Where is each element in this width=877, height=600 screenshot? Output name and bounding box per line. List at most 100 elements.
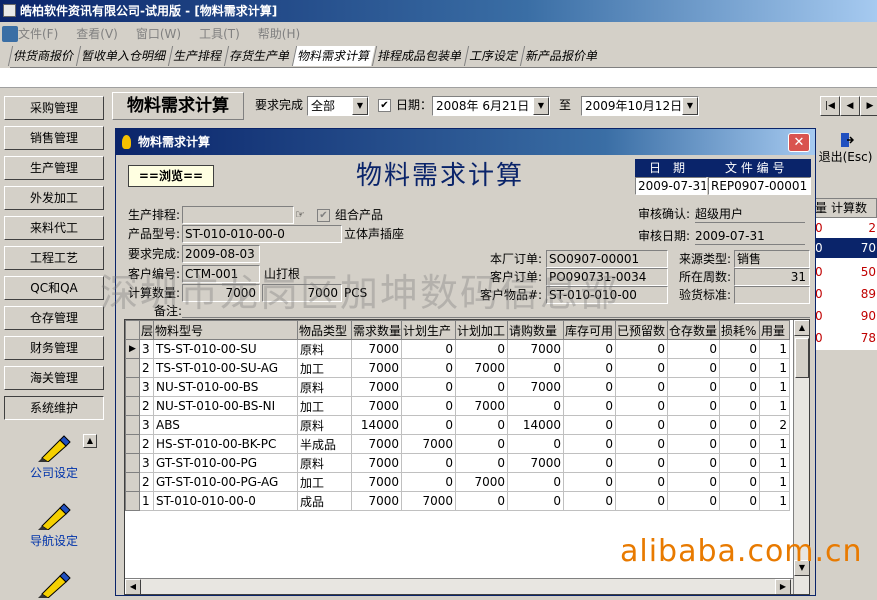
grid-cell[interactable]: 0 bbox=[615, 396, 669, 416]
grid-col-header[interactable]: 物品类型 bbox=[297, 320, 353, 340]
nav-more[interactable] bbox=[4, 568, 104, 600]
grid-cell[interactable]: 0 bbox=[563, 377, 617, 397]
grid-cell[interactable]: 原料 bbox=[297, 377, 353, 397]
grid-cell[interactable]: 0 bbox=[401, 472, 457, 492]
grid-cell[interactable]: 7000 bbox=[351, 339, 403, 359]
grid-cell[interactable]: 0 bbox=[719, 453, 761, 473]
menu-file[interactable]: 文件(F) bbox=[18, 24, 58, 44]
grid-cell[interactable]: 0 bbox=[507, 472, 565, 492]
req-done-field[interactable]: 2009-08-03 bbox=[182, 245, 260, 263]
grid-cell[interactable]: 原料 bbox=[297, 415, 353, 435]
nav-production[interactable]: 生产管理 bbox=[4, 156, 104, 180]
close-icon[interactable]: ✕ bbox=[788, 133, 810, 152]
chevron-down-icon[interactable]: ▼ bbox=[682, 97, 698, 115]
grid-horizontal-scrollbar[interactable]: ◀ ▶ bbox=[125, 578, 793, 594]
tab-material-requirement[interactable]: 物料需求计算 bbox=[291, 46, 376, 66]
grid-cell[interactable]: 7000 bbox=[401, 434, 457, 454]
nav-warehouse[interactable]: 仓存管理 bbox=[4, 306, 104, 330]
grid-cell[interactable]: 原料 bbox=[297, 339, 353, 359]
grid-cell[interactable]: 0 bbox=[615, 491, 669, 511]
grid-col-header[interactable]: 仓存数量 bbox=[667, 320, 721, 340]
app-menu-icon[interactable] bbox=[2, 26, 18, 42]
grid-cell[interactable]: 0 bbox=[563, 434, 617, 454]
scroll-up-icon[interactable]: ▲ bbox=[794, 320, 809, 336]
grid-cell[interactable]: 0 bbox=[507, 434, 565, 454]
grid-cell[interactable]: 0 bbox=[455, 415, 509, 435]
grid-cell[interactable]: 7000 bbox=[507, 453, 565, 473]
grid-cell[interactable]: 2 bbox=[138, 396, 155, 416]
grid-col-header[interactable]: 已预留数 bbox=[615, 320, 669, 340]
combo-product-checkbox[interactable]: ✔ bbox=[317, 209, 330, 222]
grid-cell[interactable]: 7000 bbox=[351, 453, 403, 473]
grid-cell[interactable]: 1 bbox=[759, 377, 791, 397]
grid-cell[interactable]: GT-ST-010-00-PG-AG bbox=[153, 472, 299, 492]
req-done-filter-select[interactable]: 全部 ▼ bbox=[307, 96, 369, 116]
table-row[interactable]: 1 ST-010-010-00-0 成品 7000 7000 0 0 0 0 0 0 1 bbox=[125, 491, 791, 511]
grid-cell[interactable]: 1 bbox=[759, 339, 791, 359]
chevron-down-icon[interactable]: ▼ bbox=[533, 97, 549, 115]
grid-cell[interactable]: 7000 bbox=[351, 396, 403, 416]
row-indicator[interactable] bbox=[125, 453, 140, 473]
grid-cell[interactable]: 0 bbox=[719, 377, 761, 397]
grid-cell[interactable]: 加工 bbox=[297, 396, 353, 416]
grid-cell[interactable]: 7000 bbox=[351, 434, 403, 454]
grid-cell[interactable]: 加工 bbox=[297, 472, 353, 492]
nav-customs[interactable]: 海关管理 bbox=[4, 366, 104, 390]
table-row[interactable]: 2 GT-ST-010-00-PG-AG 加工 7000 0 7000 0 0 0 0 0 1 bbox=[125, 472, 791, 492]
grid-cell[interactable]: 1 bbox=[138, 491, 155, 511]
grid-col-header[interactable]: 计划加工 bbox=[455, 320, 509, 340]
grid-cell[interactable]: 0 bbox=[667, 339, 721, 359]
table-row[interactable]: 3 ABS 原料 14000 0 0 14000 0 0 0 0 2 bbox=[125, 415, 791, 435]
menu-tools[interactable]: 工具(T) bbox=[199, 24, 240, 44]
grid-cell[interactable]: 0 bbox=[563, 396, 617, 416]
grid-cell[interactable]: 7000 bbox=[351, 358, 403, 378]
model-field[interactable]: ST-010-010-00-0 bbox=[182, 225, 342, 243]
grid-cell[interactable]: 14000 bbox=[507, 415, 565, 435]
row-indicator[interactable] bbox=[125, 358, 140, 378]
grid-cell[interactable]: 0 bbox=[667, 434, 721, 454]
tab-production-schedule[interactable]: 生产排程 bbox=[167, 46, 228, 66]
grid-col-header[interactable]: 请购数量 bbox=[507, 320, 565, 340]
row-indicator[interactable] bbox=[125, 434, 140, 454]
table-row[interactable]: 2 HS-ST-010-00-BK-PC 半成品 7000 7000 0 0 0 0 0 0 1 bbox=[125, 434, 791, 454]
grid-cell[interactable]: 原料 bbox=[297, 453, 353, 473]
tab-new-product-quote[interactable]: 新产品报价单 bbox=[519, 46, 604, 66]
grid-cell[interactable]: NU-ST-010-00-BS-NI bbox=[153, 396, 299, 416]
scroll-left-icon[interactable]: ◀ bbox=[125, 579, 141, 594]
grid-cell[interactable]: 1 bbox=[759, 472, 791, 492]
tab-receipt-detail[interactable]: 暂收单入仓明细 bbox=[75, 46, 172, 66]
grid-col-header[interactable]: 库存可用 bbox=[563, 320, 617, 340]
grid-cell[interactable]: 0 bbox=[563, 339, 617, 359]
row-indicator[interactable] bbox=[125, 377, 140, 397]
grid-cell[interactable]: 0 bbox=[667, 396, 721, 416]
grid-cell[interactable]: 加工 bbox=[297, 358, 353, 378]
grid-cell[interactable]: 0 bbox=[401, 396, 457, 416]
table-row[interactable]: 2 NU-ST-010-00-BS-NI 加工 7000 0 7000 0 0 0 0 0 1 bbox=[125, 396, 791, 416]
grid-cell[interactable]: 1 bbox=[759, 358, 791, 378]
row-indicator[interactable] bbox=[125, 396, 140, 416]
date-to-picker[interactable]: 2009年10月12日 ▼ bbox=[581, 96, 699, 116]
grid-col-header[interactable]: 计划生产 bbox=[401, 320, 457, 340]
scroll-thumb[interactable] bbox=[795, 338, 809, 378]
grid-cell[interactable]: 0 bbox=[507, 491, 565, 511]
tab-supplier-quote[interactable]: 供货商报价 bbox=[7, 46, 80, 66]
grid-cell[interactable]: 0 bbox=[563, 358, 617, 378]
date-from-picker[interactable]: 2008年 6月21日 ▼ bbox=[432, 96, 550, 116]
grid-cell[interactable]: 0 bbox=[507, 358, 565, 378]
grid-cell[interactable]: 成品 bbox=[297, 491, 353, 511]
nav-nav-setup[interactable]: 导航设定 bbox=[4, 500, 104, 549]
grid-cell[interactable]: TS-ST-010-00-SU-AG bbox=[153, 358, 299, 378]
grid-cell[interactable]: 2 bbox=[138, 358, 155, 378]
menu-window[interactable]: 窗口(W) bbox=[136, 24, 181, 44]
grid-cell[interactable]: 0 bbox=[615, 339, 669, 359]
grid-cell[interactable]: 0 bbox=[563, 491, 617, 511]
grid-cell[interactable]: 0 bbox=[401, 453, 457, 473]
grid-cell[interactable]: 2 bbox=[759, 415, 791, 435]
table-row[interactable]: ▶ 3 TS-ST-010-00-SU 原料 7000 0 0 7000 0 0 0 0 1 bbox=[125, 339, 791, 359]
grid-cell[interactable]: 0 bbox=[719, 358, 761, 378]
first-record-icon[interactable]: |◀ bbox=[820, 96, 840, 116]
grid-cell[interactable]: 半成品 bbox=[297, 434, 353, 454]
grid-col-header[interactable]: 物料型号 bbox=[153, 320, 299, 340]
grid-cell[interactable]: 3 bbox=[138, 339, 155, 359]
grid-cell[interactable]: 7000 bbox=[351, 472, 403, 492]
